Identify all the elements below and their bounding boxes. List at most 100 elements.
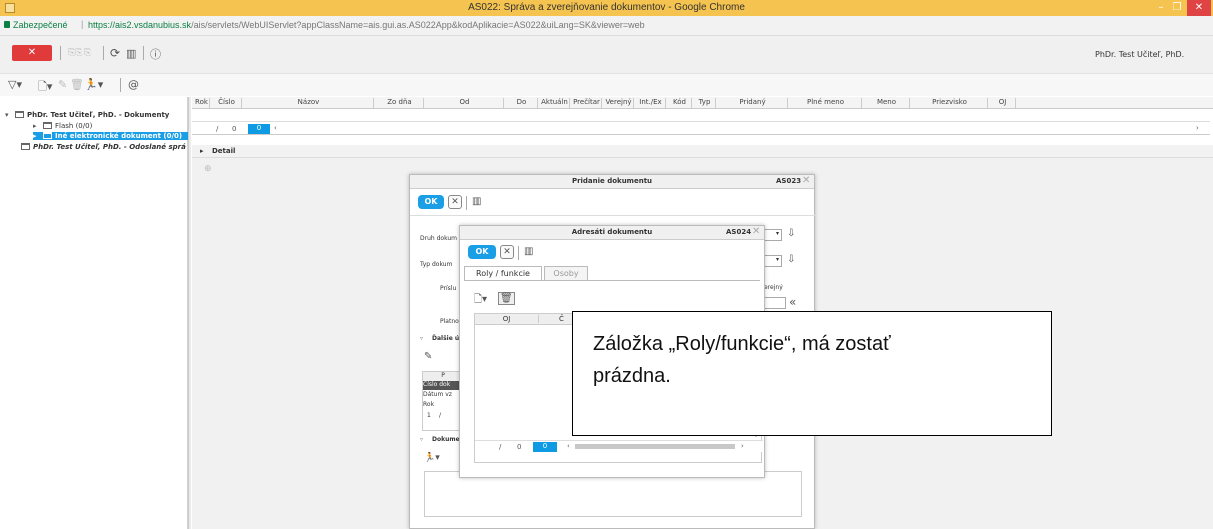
sub-table: P Číslo dok Dátum vz Rok 1 / xyxy=(422,371,463,431)
column-header-zo-dna[interactable]: Zo dňa xyxy=(376,98,424,108)
column-header-cislo[interactable]: Číslo xyxy=(212,98,242,108)
tree-node-sent[interactable]: PhDr. Test Učiteľ, PhD. - Odoslané sprá xyxy=(21,143,186,151)
window-close-button[interactable]: ✕ xyxy=(1187,0,1211,16)
arrow-down-icon[interactable]: ⇩ xyxy=(787,228,795,239)
chart-icon[interactable]: ▥ xyxy=(524,246,533,257)
column-header-od[interactable]: Od xyxy=(426,98,504,108)
sub-table-slash: / xyxy=(439,412,442,419)
annotation-line-2: prázdna. xyxy=(593,365,671,387)
user-name: PhDr. Test Učiteľ, PhD. xyxy=(1095,50,1185,59)
pager-count: 0 xyxy=(517,443,522,451)
maximize-button[interactable]: ❐ xyxy=(1170,0,1184,16)
ok-button[interactable]: OK xyxy=(418,195,444,209)
column-header-nazov[interactable]: Názov xyxy=(244,98,374,108)
column-header-verejny[interactable]: Verejný xyxy=(604,98,634,108)
pager-next-button[interactable]: › xyxy=(1196,124,1199,132)
disabled-action-icon: ⎘⎘ xyxy=(68,48,83,58)
delete-icon[interactable]: 🗑 xyxy=(498,292,515,305)
expand-arrow-icon[interactable]: ▾ xyxy=(5,111,15,119)
at-icon[interactable]: @ xyxy=(128,78,139,91)
close-app-button[interactable]: ✕ xyxy=(12,45,52,61)
new-document-icon[interactable]: 🗋▾ xyxy=(38,78,52,97)
pager-slash: / xyxy=(216,125,219,133)
field-label-druh: Druh dokum xyxy=(420,235,458,242)
document-tree: ▾ PhDr. Test Učiteľ, PhD. - Dokumenty ▸ Fl… xyxy=(5,97,188,529)
tree-node-label: Iné elektronické dokument (0/0) xyxy=(55,132,183,140)
roles-pager: / 0 0 ‹ › xyxy=(475,440,763,452)
column-header-oj[interactable]: OJ xyxy=(990,98,1016,108)
url-text[interactable]: https://ais2.vsdanubius.sk/ais/servlets/… xyxy=(88,20,645,30)
dialog-close-icon[interactable]: ✕ xyxy=(752,226,760,237)
grid-body xyxy=(192,109,1210,122)
field-label-prislusnost: Príslu xyxy=(440,285,457,292)
verejny-field[interactable] xyxy=(764,297,786,309)
minimize-button[interactable]: – xyxy=(1154,0,1168,16)
dialog-title-bar: Adresáti dokumentu AS024 ✕ xyxy=(460,226,764,240)
column-header-plne-meno[interactable]: Plné meno xyxy=(790,98,862,108)
expand-arrow-icon[interactable]: ▸ xyxy=(33,132,43,140)
collapse-icon[interactable]: « xyxy=(789,295,796,309)
expand-arrow-icon[interactable]: ▸ xyxy=(33,122,43,130)
cancel-button[interactable]: ✕ xyxy=(448,195,462,209)
run-icon[interactable]: 🏃▾ xyxy=(84,78,103,91)
column-header-precitany[interactable]: Prečítar xyxy=(572,98,602,108)
column-header-int-ex[interactable]: Int./Ex xyxy=(636,98,666,108)
detail-label: Detail xyxy=(212,147,236,155)
section-dalsie[interactable]: Ďalšie ú xyxy=(432,335,459,342)
url-path: /ais/servlets/WebUIServlet?appClassName=… xyxy=(191,20,645,30)
run-icon[interactable]: 🏃▾ xyxy=(424,453,440,463)
edit-icon[interactable]: ✎ xyxy=(58,78,67,91)
sub-table-row-rok[interactable]: Rok xyxy=(423,401,434,408)
column-header-do[interactable]: Do xyxy=(506,98,538,108)
tree-node-flash[interactable]: ▸ Flash (0/0) xyxy=(33,122,92,130)
pager-page[interactable]: 0 xyxy=(248,124,270,134)
tab-roles[interactable]: Roly / funkcie xyxy=(464,266,542,280)
address-bar[interactable]: Zabezpečené | https://ais2.vsdanubius.sk… xyxy=(0,16,1213,36)
refresh-icon[interactable]: ⟳ xyxy=(110,46,120,60)
column-header-kod[interactable]: Kód xyxy=(668,98,692,108)
browser-title-bar: AS022: Správa a zverejňovanie dokumentov… xyxy=(0,0,1213,16)
pencil-icon[interactable]: ✎ xyxy=(424,351,432,362)
ok-button[interactable]: OK xyxy=(468,245,496,259)
sub-table-row-datum[interactable]: Dátum vz xyxy=(423,391,452,398)
chart-icon[interactable]: ▥ xyxy=(472,196,481,207)
horizontal-scrollbar[interactable] xyxy=(575,444,735,449)
column-header-pridany[interactable]: Pridaný xyxy=(718,98,788,108)
sub-table-row-cislo[interactable]: Číslo dok xyxy=(423,381,463,390)
tree-node-root[interactable]: ▾ PhDr. Test Učiteľ, PhD. - Dokumenty xyxy=(5,111,169,119)
arrow-down-icon-2[interactable]: ⇩ xyxy=(787,254,795,265)
column-header-aktualny[interactable]: Aktuáln xyxy=(540,98,570,108)
info-icon[interactable]: ⓘ xyxy=(150,46,161,62)
pane-splitter[interactable] xyxy=(188,97,191,529)
column-header-priezvisko[interactable]: Priezvisko xyxy=(912,98,988,108)
pager-count: 0 xyxy=(232,125,237,133)
toolbar-divider xyxy=(143,46,144,60)
disabled-action-icon-2: ⎘ xyxy=(84,48,92,58)
tab-persons[interactable]: Osoby xyxy=(544,266,588,280)
column-header-oj[interactable]: OJ xyxy=(475,315,539,323)
pager-prev-button[interactable]: ‹ xyxy=(567,442,570,450)
zoom-icon[interactable]: ⊕ xyxy=(204,164,212,174)
field-label-platnost: Platno xyxy=(440,318,459,325)
tree-node-electronic[interactable]: ▸ Iné elektronické dokument (0/0) xyxy=(33,132,188,140)
delete-icon[interactable]: 🗑 xyxy=(70,78,84,91)
cancel-button[interactable]: ✕ xyxy=(500,245,514,259)
column-header-typ[interactable]: Typ xyxy=(694,98,716,108)
detail-section-header[interactable]: ▸ Detail xyxy=(192,145,1213,158)
chart-icon[interactable]: ▥ xyxy=(126,47,136,60)
column-header-c[interactable]: Č xyxy=(559,315,564,323)
dialog-close-icon[interactable]: ✕ xyxy=(802,175,810,186)
section-collapse-icon[interactable]: ▿ xyxy=(420,335,423,342)
section-collapse-icon-2[interactable]: ▿ xyxy=(420,436,423,443)
column-header-meno[interactable]: Meno xyxy=(864,98,910,108)
column-header-rok[interactable]: Rok xyxy=(194,98,210,108)
pager-next-button[interactable]: › xyxy=(741,442,744,450)
filter-icon[interactable]: ▽▾ xyxy=(8,78,22,91)
grid-pager: / 0 0 ‹ › xyxy=(192,123,1210,135)
new-icon[interactable]: 🗋▾ xyxy=(474,292,487,309)
section-dokumenty[interactable]: Dokume xyxy=(432,436,460,443)
pager-prev-button[interactable]: ‹ xyxy=(274,124,277,132)
window-title: AS022: Správa a zverejňovanie dokumentov… xyxy=(468,2,745,13)
pager-page[interactable]: 0 xyxy=(533,442,557,452)
sub-table-header: P xyxy=(423,372,463,381)
